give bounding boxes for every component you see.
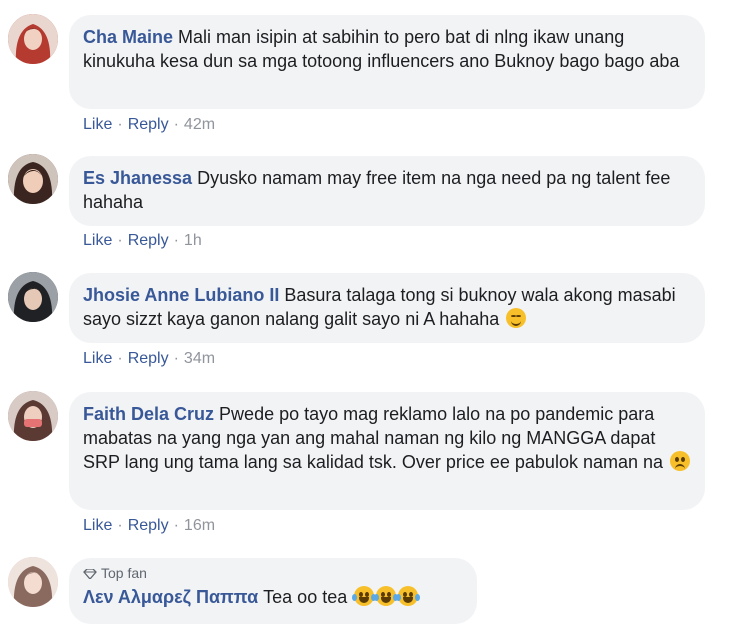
top-fan-badge: Top fan [83, 564, 463, 582]
comment-bubble: Es Jhanessa Dyusko namam may free item n… [69, 156, 705, 226]
avatar[interactable] [8, 272, 58, 322]
comment-timestamp[interactable]: 34m [184, 350, 215, 367]
profile-photo-icon [8, 272, 58, 322]
comment-actions: Like · Reply · 1h [83, 232, 202, 250]
commenter-name[interactable]: Es Jhanessa [83, 168, 192, 188]
like-button[interactable]: Like [83, 517, 112, 534]
comment-bubble: Faith Dela Cruz Pwede po tayo mag reklam… [69, 392, 705, 510]
laughing-tears-icon [396, 586, 421, 606]
comment-actions: Like · Reply · 34m [83, 350, 215, 368]
reply-button[interactable]: Reply [128, 232, 169, 249]
commenter-name[interactable]: Cha Maine [83, 27, 173, 47]
comment-actions: Like · Reply · 16m [83, 517, 215, 535]
avatar[interactable] [8, 391, 58, 441]
reply-button[interactable]: Reply [128, 116, 169, 133]
comment-bubble: Cha Maine Mali man isipin at sabihin to … [69, 15, 705, 109]
separator: · [117, 116, 123, 133]
separator: · [117, 350, 123, 367]
commenter-name[interactable]: Faith Dela Cruz [83, 404, 214, 424]
separator: · [117, 517, 123, 534]
separator: · [117, 232, 123, 249]
avatar[interactable] [8, 154, 58, 204]
separator: · [173, 517, 179, 534]
profile-photo-icon [8, 391, 58, 441]
avatar[interactable] [8, 14, 58, 64]
top-fan-label: Top fan [101, 565, 147, 581]
commenter-name[interactable]: Λεν Αλμαρεζ Παππα [83, 587, 258, 607]
like-button[interactable]: Like [83, 232, 112, 249]
separator: · [173, 350, 179, 367]
comment-timestamp[interactable]: 42m [184, 116, 215, 133]
comment-bubble: Jhosie Anne Lubiano II Basura talaga ton… [69, 273, 705, 343]
comment-timestamp[interactable]: 16m [184, 517, 215, 534]
smirk-face-icon [506, 308, 527, 328]
comment-text: Mali man isipin at sabihin to pero bat d… [83, 27, 680, 71]
profile-photo-icon [8, 557, 58, 607]
like-button[interactable]: Like [83, 116, 112, 133]
reply-button[interactable]: Reply [128, 350, 169, 367]
comment-text: Tea oo tea [263, 587, 348, 607]
comment-actions: Like · Reply · 42m [83, 116, 215, 134]
avatar[interactable] [8, 557, 58, 607]
laughing-tears-icon [352, 586, 377, 606]
comment-bubble: Top fan Λεν Αλμαρεζ Παππα Tea oo tea [69, 558, 477, 624]
profile-photo-icon [8, 14, 58, 64]
profile-photo-icon [8, 154, 58, 204]
reply-button[interactable]: Reply [128, 517, 169, 534]
comment-timestamp[interactable]: 1h [184, 232, 202, 249]
separator: · [173, 232, 179, 249]
separator: · [173, 116, 179, 133]
diamond-icon [83, 569, 97, 579]
like-button[interactable]: Like [83, 350, 112, 367]
sad-face-icon [670, 451, 691, 471]
laughing-tears-icon [374, 586, 399, 606]
commenter-name[interactable]: Jhosie Anne Lubiano II [83, 285, 279, 305]
